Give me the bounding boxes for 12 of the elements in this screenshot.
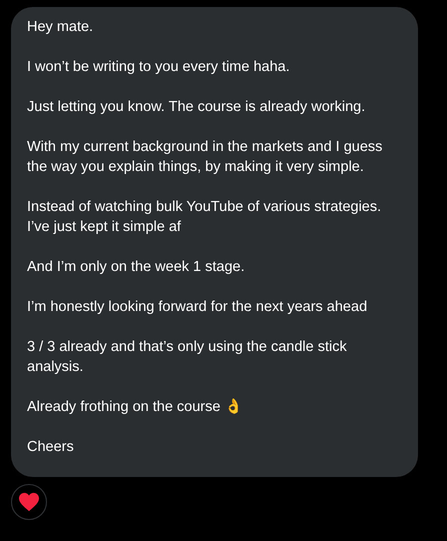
message-text: I’m honestly looking forward for the next years ahead: [27, 298, 368, 317]
message-text: Just letting you know. The course is already working.: [27, 98, 366, 117]
heart-reaction[interactable]: [11, 484, 47, 520]
message-text: Hey mate.: [27, 18, 94, 37]
message-text: With my current background in the markets and I guess the way you explain things, by making it very simple.: [27, 138, 384, 177]
heart-icon: [18, 492, 40, 512]
message-text: Instead of watching bulk YouTube of various strategies. I’ve just kept it simple af: [27, 198, 382, 237]
message-text: I won’t be writing to you every time haha.: [27, 58, 291, 77]
message-text: And I’m only on the week 1 stage.: [27, 258, 246, 277]
message-text: Cheers: [27, 438, 75, 457]
message-text: Already frothing on the course 👌: [27, 398, 244, 417]
message-text: 3 / 3 already and that’s only using the candle stick analysis.: [27, 338, 348, 377]
